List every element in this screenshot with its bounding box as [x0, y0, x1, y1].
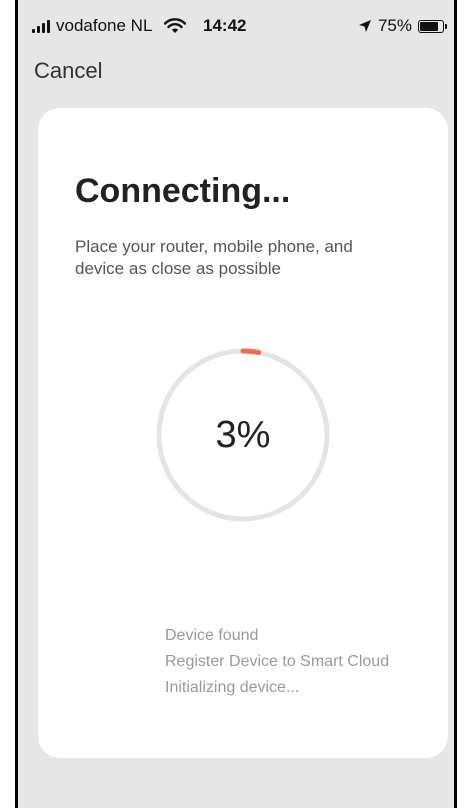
step-item: Device found: [165, 627, 259, 644]
connecting-card: Connecting... Place your router, mobile …: [38, 108, 448, 758]
page-title: Connecting...: [75, 172, 291, 210]
battery-percent: 75%: [377, 16, 412, 35]
cancel-button[interactable]: Cancel: [34, 58, 102, 84]
carrier-name: vodafone NL: [56, 16, 153, 35]
signal-icon: [32, 19, 50, 33]
instructions-text: Place your router, mobile phone, and dev…: [75, 237, 353, 278]
step-item: Register Device to Smart Cloud: [165, 653, 390, 670]
status-time: 14:42: [203, 16, 247, 35]
wifi-icon: [164, 18, 187, 33]
progress-percent: 3%: [215, 413, 271, 456]
status-left: vodafone NL: [32, 16, 187, 36]
location-arrow-icon: [358, 20, 371, 32]
step-item: Initializing device...: [165, 679, 300, 696]
phone-screen: vodafone NL 14:42 75% Cancel Connecting.…: [15, 0, 457, 808]
battery-icon: [418, 19, 447, 33]
progress-ring: 3%: [153, 345, 333, 525]
step-list: Device found Register Device to Smart Cl…: [165, 623, 389, 701]
status-right: 75%: [358, 16, 447, 36]
status-bar: vodafone NL 14:42 75%: [18, 0, 454, 50]
battery-fill: [420, 21, 438, 31]
